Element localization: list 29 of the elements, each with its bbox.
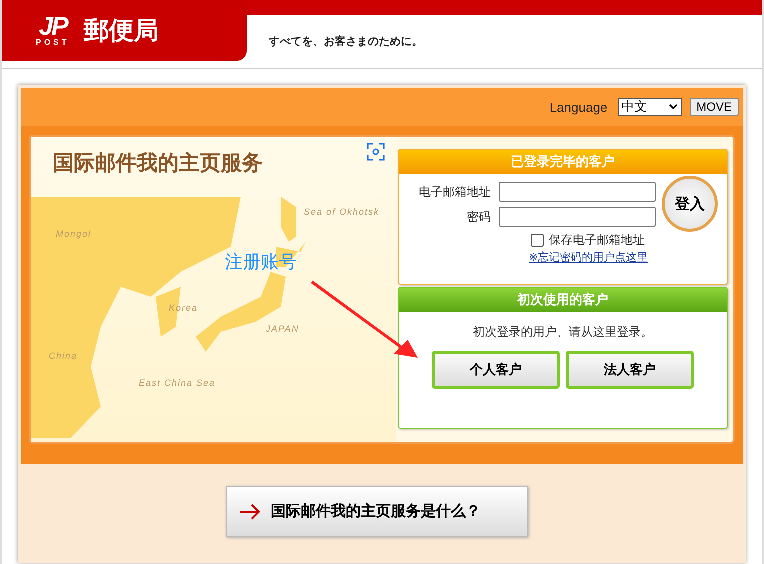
about-service-button[interactable]: 国际邮件我的主页服务是什么？ [226,486,528,537]
email-field[interactable] [499,182,656,202]
slogan: すべてを、お客さまのために。 [269,34,423,49]
hint-text: 初次登录的用户、请从这里登录。 [473,324,653,341]
email-label: 电子邮箱地址 [418,184,491,200]
login-button[interactable]: 登入 [662,176,718,232]
post-logo: JP POST [36,14,70,47]
map-label: Mongol [56,229,92,239]
remember-label: 保存电子邮箱地址 [549,232,645,249]
panel-header: 已登录完毕的客户 [399,150,727,174]
map-label: JAPAN [266,324,300,334]
panel-header: 初次使用的客户 [399,288,727,312]
customer-type-button[interactable]: 法人客户 [566,351,694,389]
scan-icon [367,143,385,161]
map-label: China [49,351,78,361]
password-label: 密码 [466,208,491,226]
language-label: Language [550,100,608,114]
brand-name: 郵便局 [84,16,159,47]
move-button[interactable]: MOVE [690,98,739,116]
arrow-icon [239,504,261,520]
password-field[interactable] [499,207,656,227]
chevron-icon [668,104,678,110]
checkbox[interactable] [531,234,544,247]
forgot-password-link[interactable]: ※忘记密码的用户点这里 [529,250,656,265]
service-title: 国际邮件我的主页服务 [53,150,263,177]
map-label: East China Sea [139,378,216,388]
map-label: Sea of Okhotsk [304,207,380,217]
language-select[interactable]: 中文 [618,98,682,116]
customer-type-button[interactable]: 个人客户 [432,351,560,389]
